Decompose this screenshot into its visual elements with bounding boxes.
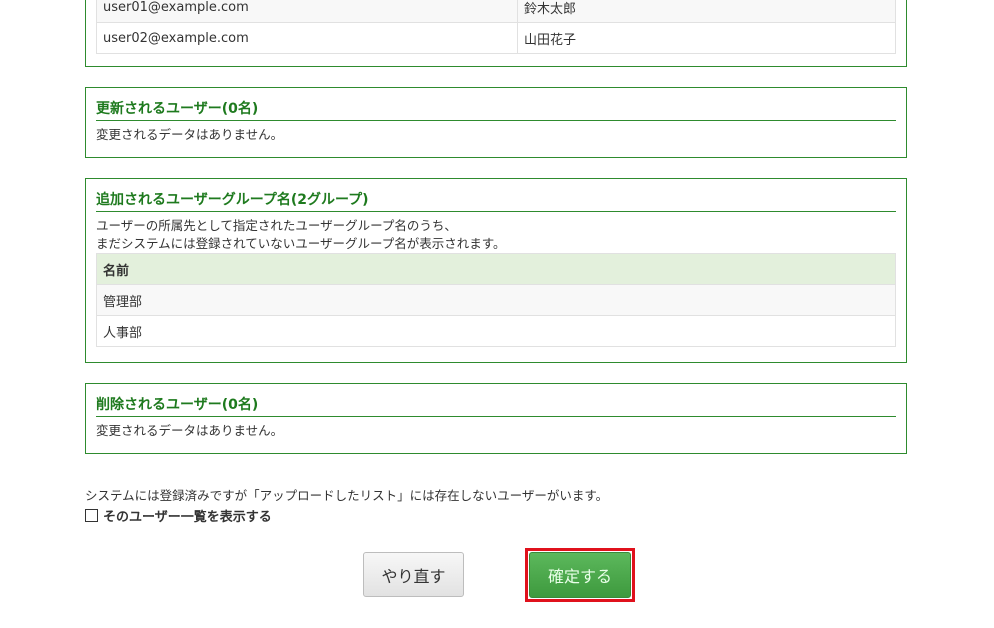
user-email: user02@example.com — [96, 22, 518, 54]
user-name: 山田花子 — [517, 22, 896, 54]
show-list-label: そのユーザー一覧を表示する — [103, 510, 272, 525]
group-name: 人事部 — [96, 315, 896, 347]
group-name: 管理部 — [96, 284, 896, 316]
table-header-row: 名前 — [96, 253, 896, 285]
table-row: 管理部 — [96, 284, 896, 316]
deleted-users-message: 変更されるデータはありません。 — [96, 423, 284, 438]
added-groups-panel: 追加されるユーザーグループ名(2グループ) ユーザーの所属先として指定されたユー… — [85, 178, 907, 363]
updated-users-title: 更新されるユーザー(0名) — [96, 88, 896, 121]
table-row: user01@example.com 鈴木太郎 — [96, 0, 896, 23]
user-name: 鈴木太郎 — [517, 0, 896, 23]
added-groups-title: 追加されるユーザーグループ名(2グループ) — [96, 179, 896, 212]
updated-users-message: 変更されるデータはありません。 — [96, 127, 284, 142]
show-list-toggle[interactable]: そのユーザー一覧を表示する — [85, 506, 272, 525]
updated-users-panel: 更新されるユーザー(0名) 変更されるデータはありません。 — [85, 87, 907, 158]
added-groups-description-1: ユーザーの所属先として指定されたユーザーグループ名のうち、 — [96, 218, 457, 233]
user-email: user01@example.com — [96, 0, 518, 23]
deleted-users-panel: 削除されるユーザー(0名) 変更されるデータはありません。 — [85, 383, 907, 454]
confirm-button[interactable]: 確定する — [529, 552, 631, 598]
table-row: 人事部 — [96, 315, 896, 347]
table-row: user02@example.com 山田花子 — [96, 22, 896, 54]
groups-table: 名前 管理部 人事部 — [96, 253, 896, 347]
show-list-checkbox[interactable] — [85, 509, 98, 522]
notice-text: システムには登録済みですが「アップロードしたリスト」には存在しないユーザーがいま… — [85, 488, 609, 503]
redo-button[interactable]: やり直す — [363, 552, 464, 597]
deleted-users-title: 削除されるユーザー(0名) — [96, 384, 896, 417]
users-panel: user01@example.com 鈴木太郎 user02@example.c… — [85, 0, 907, 67]
column-header-name: 名前 — [96, 253, 896, 285]
added-groups-description-2: まだシステムには登録されていないユーザーグループ名が表示されます。 — [96, 236, 506, 251]
users-table: user01@example.com 鈴木太郎 user02@example.c… — [96, 0, 896, 54]
